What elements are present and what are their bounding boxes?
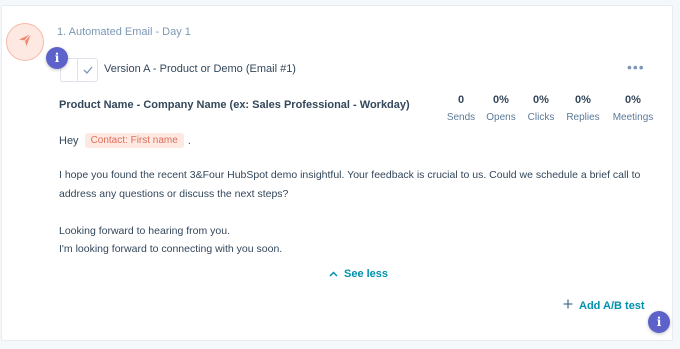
greeting-end: . xyxy=(187,134,191,147)
personalization-token[interactable]: Contact: First name xyxy=(84,133,184,148)
stat-label: Clicks xyxy=(527,112,555,123)
step-type-indicator xyxy=(6,23,44,61)
body-line: I'm looking forward to connecting with y… xyxy=(59,243,283,255)
stat-opens: 0% Opens xyxy=(485,94,517,123)
body-line: address any questions or discuss the nex… xyxy=(59,188,289,200)
plus-icon xyxy=(563,299,573,312)
stat-value: 0% xyxy=(575,94,591,106)
step-title: 1. Automated Email - Day 1 xyxy=(57,26,191,38)
stat-value: 0 xyxy=(457,94,465,106)
paper-plane-icon xyxy=(18,33,32,52)
stat-meetings: 0% Meetings xyxy=(610,94,656,123)
stat-value: 0% xyxy=(533,94,549,106)
see-less-label: See less xyxy=(344,268,389,280)
stat-sends: 0 Sends xyxy=(446,94,476,123)
stat-label: Opens xyxy=(486,112,516,123)
checkmark-icon[interactable] xyxy=(77,59,98,81)
stat-replies: 0% Replies xyxy=(564,94,602,123)
greeting-line: Hey Contact: First name . xyxy=(59,133,191,148)
add-ab-test-button[interactable]: Add A/B test xyxy=(563,299,645,312)
see-less-button[interactable]: See less xyxy=(329,268,388,280)
help-icon[interactable]: i xyxy=(648,311,670,333)
stat-label: Replies xyxy=(566,112,600,123)
stat-value: 0% xyxy=(625,94,641,106)
version-label: Version A - Product or Demo (Email #1) xyxy=(104,63,296,75)
stat-clicks: 0% Clicks xyxy=(526,94,556,123)
stat-value: 0% xyxy=(493,94,509,106)
email-subject: Product Name - Company Name (ex: Sales P… xyxy=(59,99,410,111)
body-line: I hope you found the recent 3&Four HubSp… xyxy=(59,169,641,181)
stat-label: Sends xyxy=(446,112,476,123)
stat-label: Meetings xyxy=(612,112,654,123)
body-line: Looking forward to hearing from you. xyxy=(59,225,231,237)
chevron-up-icon xyxy=(329,268,338,280)
more-options-icon[interactable]: ••• xyxy=(627,59,645,75)
add-ab-test-label: Add A/B test xyxy=(579,299,645,312)
info-icon[interactable]: i xyxy=(46,47,68,69)
greeting-text: Hey xyxy=(59,134,79,147)
